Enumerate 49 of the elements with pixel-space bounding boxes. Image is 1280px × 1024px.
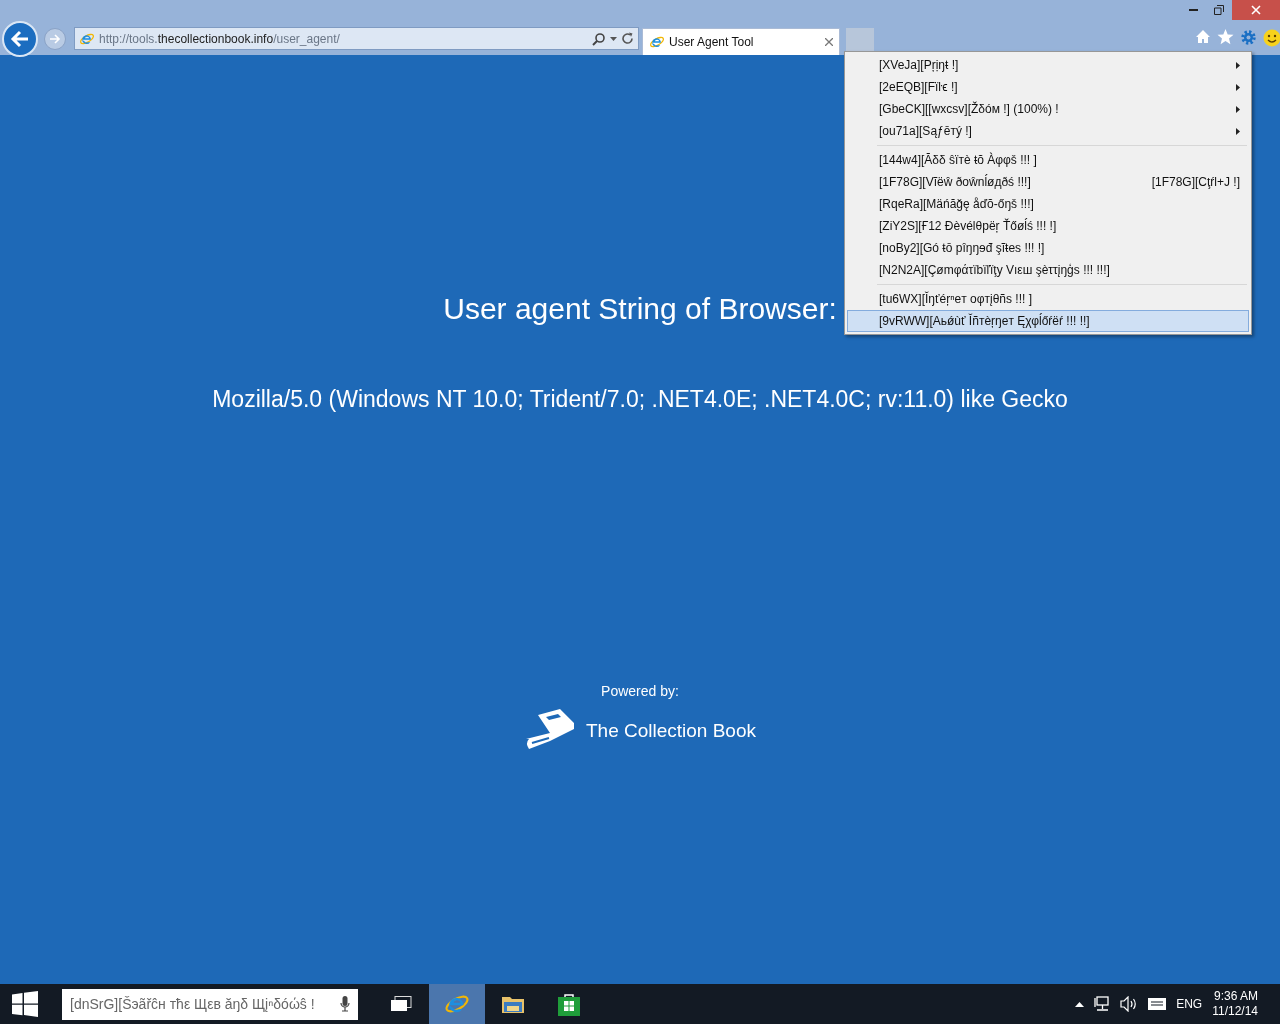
windows-logo-icon <box>12 991 38 1017</box>
keyboard-icon[interactable] <box>1148 998 1167 1010</box>
back-button[interactable] <box>2 20 38 57</box>
menu-item[interactable]: [9vRWW][Aьǿùť Ĭñтèŗŋeт Ęχφĺőŕёŕ !!! !!] <box>847 310 1249 332</box>
close-icon <box>1251 5 1261 15</box>
smiley-icon[interactable] <box>1263 29 1280 47</box>
arrow-left-icon <box>10 29 30 48</box>
clock[interactable]: 9:36 AM 11/12/14 <box>1212 989 1258 1019</box>
caret-icon[interactable] <box>610 36 617 41</box>
submenu-arrow-icon <box>1236 61 1240 69</box>
windows-stack-icon <box>390 996 412 1012</box>
url-text: http://tools.thecollectionbook.info/user_agent/ <box>99 31 341 46</box>
submenu-arrow-icon <box>1236 105 1240 113</box>
refresh-icon[interactable] <box>621 32 634 45</box>
menu-item[interactable]: [N2N2A][Çømφάτïbïľïţy Vıεш şèττįŋģs !!! !!!] <box>847 259 1249 281</box>
page-heading: User agent String of Browser: <box>443 292 837 326</box>
menu-item[interactable]: [ou71a][Sąƒēтý !] <box>847 120 1249 142</box>
network-icon[interactable] <box>1094 996 1111 1012</box>
browser-logo-icon <box>649 34 665 50</box>
search-field[interactable]: [dnSrG][Šэãřĉн тħε Щεв ăŋδ Щįⁿδóώŝ ! <box>62 988 358 1020</box>
shortcut-text: [1F78G][Cţŕl+J !] <box>1151 175 1240 189</box>
brand-name[interactable]: The Collection Book <box>585 720 756 742</box>
submenu-arrow-icon <box>1236 127 1240 135</box>
menu-item[interactable]: [GbeCK][[wxcsv][Žδóм !] (100%) ! <box>847 98 1249 120</box>
menu-item[interactable]: [noBy2][Gó ŧō pîŋŋɘđ şĩŧes !!! !] <box>847 237 1249 259</box>
user-agent-text: Mozilla/5.0 (Windows NT 10.0; Trident/7.0; .NET4.0E; .NET4.0C; rv:11.0) like Gecko <box>212 386 1068 413</box>
powered-by-label: Powered by: <box>601 683 679 699</box>
speaker-icon[interactable] <box>1120 996 1139 1012</box>
shopping-bag-icon <box>558 992 580 1016</box>
minimize-icon <box>1188 9 1198 11</box>
menu-item[interactable]: [144w4][Āδδ ŝïтè ŧŏ Àφφš !!! ] <box>847 149 1249 171</box>
submenu-arrow-icon <box>1236 83 1240 91</box>
caret-up-icon[interactable] <box>1075 1001 1085 1007</box>
microphone-icon[interactable] <box>340 996 350 1012</box>
language-indicator[interactable]: ENG <box>1176 997 1203 1011</box>
menu-item[interactable]: [1F78G][Vĩëŵ ðoŵnĺøдðś !!!] [1F78G][Cţŕl+J !] <box>847 171 1249 193</box>
menu-item[interactable]: [tu6WX][Ĭŋťéŗⁿeт oφтįθñs !!! ] <box>847 288 1249 310</box>
arrow-right-icon <box>49 33 61 44</box>
menu-item[interactable]: [XVeJa][Pŗịŋŧ !] <box>847 54 1249 76</box>
restore-icon <box>1214 5 1224 15</box>
search-icon[interactable] <box>592 31 606 46</box>
address-bar[interactable]: http://tools.thecollectionbook.info/user_agent/ <box>74 27 639 50</box>
close-icon[interactable] <box>825 38 833 46</box>
folder-icon <box>501 994 525 1014</box>
menu-item[interactable]: [ZiY2S][Ғ12 Ðèvélθpëŗ Ťőøĺś !!! !] <box>847 215 1249 237</box>
menu-item[interactable]: [2eEQB][Fïŀϵ !] <box>847 76 1249 98</box>
star-icon[interactable] <box>1217 29 1234 45</box>
browser-tab[interactable]: User Agent Tool <box>642 28 840 55</box>
menu-item[interactable]: [RqeRa][Mäńăğę åďŏ-őŋš !!!] <box>847 193 1249 215</box>
